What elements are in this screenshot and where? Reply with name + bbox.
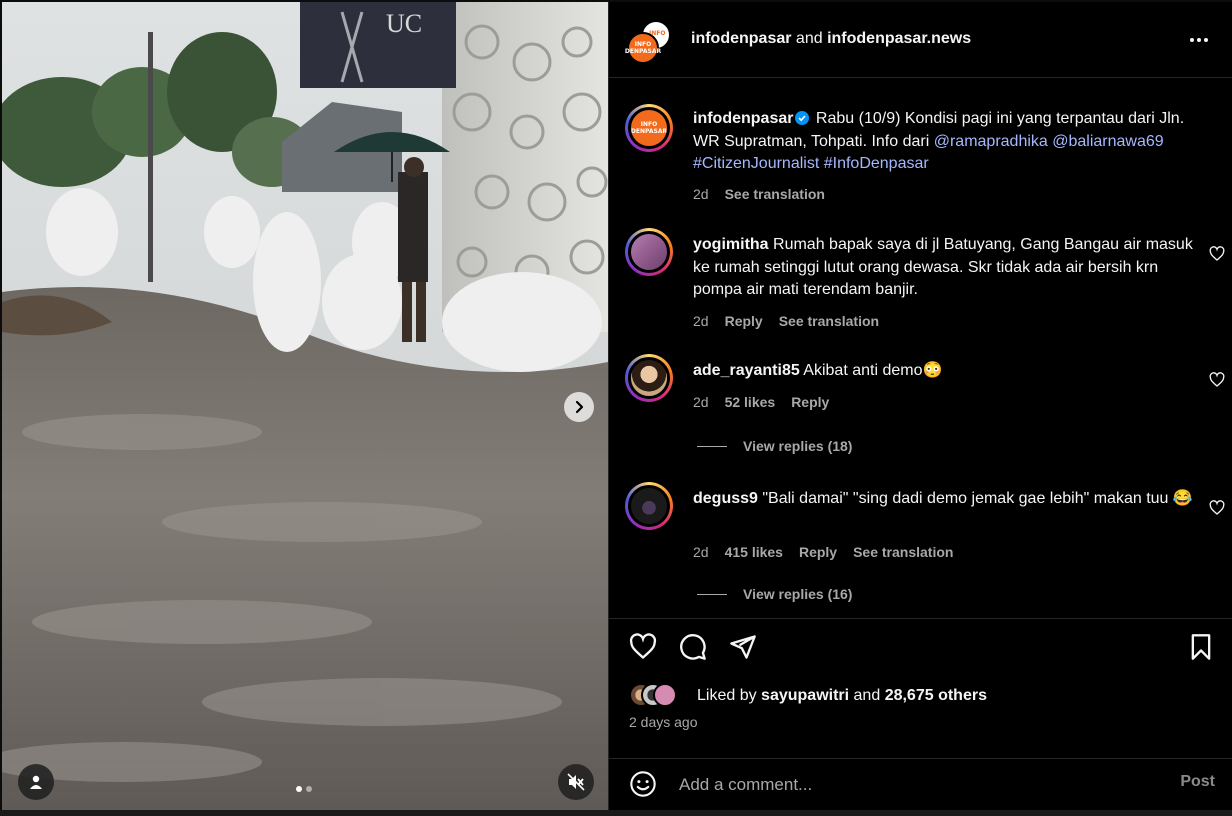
comment-age: 2d [693, 544, 709, 560]
comment-avatar[interactable] [625, 354, 673, 402]
post-authors: infodenpasar and infodenpasar.news [691, 30, 971, 48]
heart-icon[interactable] [1209, 246, 1225, 262]
comment-input[interactable] [679, 773, 1159, 797]
comment-icon[interactable] [679, 633, 707, 661]
caption-meta: 2d See translation [693, 186, 825, 202]
mention-link[interactable]: @ramapradhika [934, 133, 1048, 150]
comment-username[interactable]: deguss9 [693, 490, 758, 507]
replies-divider [697, 593, 727, 595]
reply-button[interactable]: Reply [725, 313, 763, 329]
comment-username[interactable]: yogimitha [693, 236, 769, 253]
comment-age: 2d [693, 394, 709, 410]
emoji-icon[interactable] [629, 770, 657, 798]
author-link-2[interactable]: infodenpasar.news [827, 30, 971, 47]
slide-dot [306, 786, 312, 792]
mention-link[interactable]: @baliarnawa69 [1052, 133, 1163, 150]
view-replies-button[interactable]: View replies (18) [697, 438, 852, 454]
replies-divider [697, 445, 727, 447]
post-comment-button[interactable]: Post [1180, 773, 1215, 791]
comment-body: "Bali damai" "sing dadi demo jemak gae l… [762, 490, 1193, 507]
authors-joiner: and [795, 30, 823, 47]
post-details-panel: INFO INFO DENPASAR infodenpasar and infod… [608, 2, 1232, 810]
likes-count-link[interactable]: 28,675 others [885, 687, 987, 704]
verified-badge-icon [795, 111, 810, 125]
chevron-right-icon [575, 400, 584, 414]
post-timestamp: 2 days ago [629, 714, 698, 730]
see-translation-link[interactable]: See translation [779, 313, 879, 329]
speaker-muted-icon [567, 773, 585, 791]
reply-button[interactable]: Reply [799, 544, 837, 560]
see-translation-link[interactable]: See translation [725, 186, 825, 202]
collab-avatars[interactable]: INFO INFO DENPASAR [625, 20, 675, 64]
user-icon [30, 775, 42, 789]
post-media[interactable]: UC [2, 2, 608, 810]
instagram-post-modal: UC INFO INFO DENPASAR infodenpasar and i… [0, 0, 1232, 816]
comment-meta: 2d 52 likes Reply [693, 394, 829, 410]
heart-icon[interactable] [629, 633, 657, 661]
bookmark-icon[interactable] [1187, 633, 1215, 661]
comment-meta: 2d Reply See translation [693, 313, 879, 329]
view-replies-label: View replies (18) [743, 438, 853, 454]
comment-username[interactable]: ade_rayanti85 [693, 362, 800, 379]
more-options-button[interactable] [1187, 30, 1211, 50]
more-options-icon [1190, 38, 1208, 42]
heart-icon[interactable] [1209, 500, 1225, 516]
comments-list[interactable]: INFO DENPASAR infodenpasar Rabu (10/9) Ko… [609, 78, 1232, 618]
reply-button[interactable]: Reply [791, 394, 829, 410]
liker-username[interactable]: sayupawitri [761, 687, 849, 704]
comment-age: 2d [693, 313, 709, 329]
likes-summary: Liked by sayupawitri and 28,675 others [697, 687, 987, 704]
comment-text: yogimitha Rumah bapak saya di jl Batuyan… [693, 234, 1193, 302]
liker-avatar [653, 683, 677, 707]
comment-text: deguss9 "Bali damai" "sing dadi demo jem… [693, 488, 1193, 511]
tagged-users-button[interactable] [18, 764, 54, 800]
caption-text: infodenpasar Rabu (10/9) Kondisi pagi in… [693, 108, 1193, 176]
comment-body: Akibat anti demo😳 [803, 362, 943, 379]
heart-icon[interactable] [1209, 372, 1225, 388]
comment-meta: 2d 415 likes Reply See translation [693, 544, 953, 560]
flood-video-frame: UC [2, 2, 608, 810]
caption-username[interactable]: infodenpasar [693, 110, 793, 127]
post-actions: Liked by sayupawitri and 28,675 others 2… [609, 618, 1232, 758]
see-translation-link[interactable]: See translation [853, 544, 953, 560]
comment-text: ade_rayanti85 Akibat anti demo😳 [693, 360, 1193, 383]
mute-toggle-button[interactable] [558, 764, 594, 800]
author-link-1[interactable]: infodenpasar [691, 30, 791, 47]
page-background-strip [0, 810, 1232, 816]
next-slide-button[interactable] [564, 392, 594, 422]
liker-avatars[interactable] [629, 683, 677, 709]
hashtag-link[interactable]: #CitizenJournalist [693, 155, 819, 172]
slide-dot-active [296, 786, 302, 792]
sign-text: UC [386, 9, 422, 38]
avatar-infodenpasar: INFO DENPASAR [625, 32, 661, 64]
view-replies-label: View replies (16) [743, 586, 853, 602]
caption-avatar[interactable]: INFO DENPASAR [625, 104, 673, 152]
post-header: INFO INFO DENPASAR infodenpasar and infod… [609, 2, 1232, 78]
add-comment-bar: Post [609, 758, 1232, 810]
slide-indicator [296, 786, 312, 792]
comment-likes[interactable]: 415 likes [725, 544, 783, 560]
send-icon[interactable] [729, 633, 757, 661]
comment-likes[interactable]: 52 likes [725, 394, 776, 410]
hashtag-link[interactable]: #InfoDenpasar [824, 155, 929, 172]
comment-avatar[interactable] [625, 482, 673, 530]
caption-age: 2d [693, 186, 709, 202]
view-replies-button[interactable]: View replies (16) [697, 586, 852, 602]
comment-avatar[interactable] [625, 228, 673, 276]
